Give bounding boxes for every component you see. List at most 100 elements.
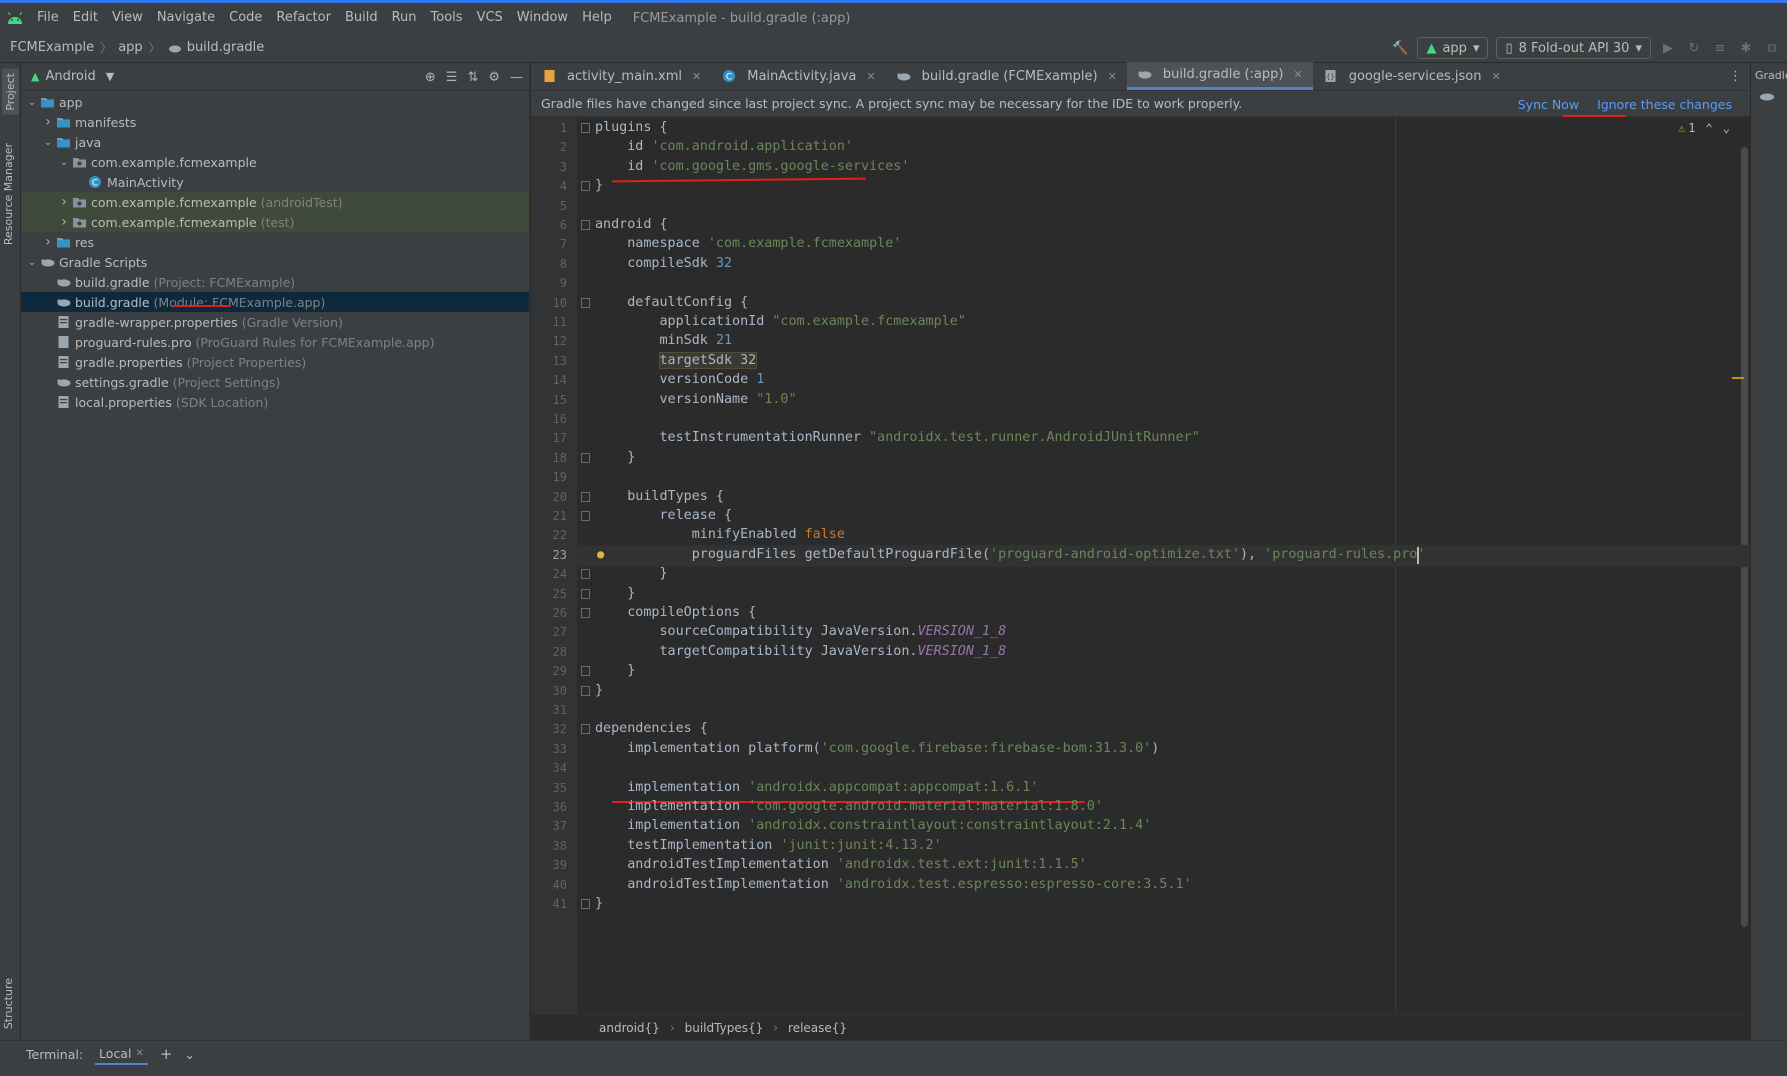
breadcrumb-module[interactable]: app bbox=[118, 40, 142, 55]
breadcrumb-project[interactable]: FCMExample bbox=[10, 40, 94, 55]
fold-marker-icon[interactable] bbox=[581, 685, 590, 696]
add-terminal-icon[interactable]: + bbox=[160, 1045, 173, 1063]
terminal-tab-local[interactable]: Local ✕ bbox=[95, 1043, 148, 1065]
menu-help[interactable]: Help bbox=[575, 3, 619, 33]
debug-icon[interactable]: ✱ bbox=[1737, 39, 1755, 57]
menu-edit[interactable]: Edit bbox=[66, 3, 105, 33]
close-icon[interactable]: ✕ bbox=[135, 1048, 143, 1059]
device-select[interactable]: ▯ 8 Fold-out API 30 ▾ bbox=[1496, 37, 1651, 59]
editor-scrollbar[interactable] bbox=[1741, 147, 1748, 927]
chevron-right-icon[interactable]: › bbox=[41, 114, 55, 130]
menu-file[interactable]: File bbox=[30, 3, 66, 33]
editor-tab[interactable]: build.gradle (FCMExample) ✕ bbox=[886, 62, 1127, 90]
chevron-down-icon[interactable]: ⌄ bbox=[57, 157, 71, 168]
gradle-icon[interactable] bbox=[1751, 82, 1787, 105]
project-tool-tab[interactable]: Project bbox=[2, 69, 19, 115]
tree-item[interactable]: gradle.properties (Project Properties) bbox=[21, 352, 529, 372]
fold-marker-icon[interactable] bbox=[581, 724, 590, 735]
editor-tab[interactable]: {} google-services.json ✕ bbox=[1313, 62, 1511, 90]
more-tabs-icon[interactable]: ⋮ bbox=[1729, 69, 1742, 84]
fold-marker-icon[interactable] bbox=[581, 452, 590, 463]
close-icon[interactable]: ✕ bbox=[1293, 68, 1302, 81]
collapse-all-icon[interactable]: ⇅ bbox=[467, 70, 478, 85]
menu-code[interactable]: Code bbox=[222, 3, 269, 33]
run-config-select[interactable]: ▲ app ▾ bbox=[1417, 37, 1489, 59]
resource-manager-tool-tab[interactable]: Resource Manager bbox=[2, 143, 15, 245]
breadcrumb-file[interactable]: build.gradle bbox=[187, 40, 265, 55]
gradle-tool-tab[interactable]: Gradle bbox=[1751, 63, 1787, 82]
menu-build[interactable]: Build bbox=[338, 3, 385, 33]
attach-debugger-icon[interactable]: ⧉ bbox=[1763, 39, 1781, 57]
menu-window[interactable]: Window bbox=[510, 3, 575, 33]
lightbulb-icon[interactable]: ● bbox=[597, 547, 604, 561]
fold-marker-icon[interactable] bbox=[581, 123, 590, 133]
menu-tools[interactable]: Tools bbox=[424, 3, 470, 33]
code-area[interactable]: ⚠ 1 ⌃ ⌄ 1 plugins {2 id 'com.android.appli… bbox=[531, 117, 1750, 1014]
editor-breadcrumb-item[interactable]: release{} bbox=[788, 1021, 847, 1035]
locate-file-icon[interactable]: ⊕ bbox=[425, 70, 436, 85]
menu-vcs[interactable]: VCS bbox=[470, 3, 510, 33]
tree-item[interactable]: ⌄ com.example.fcmexample bbox=[21, 152, 529, 172]
tree-item[interactable]: ⌄ app bbox=[21, 92, 529, 112]
fold-marker-icon[interactable] bbox=[581, 491, 590, 502]
fold-marker-icon[interactable] bbox=[581, 511, 590, 521]
chevron-right-icon[interactable]: › bbox=[57, 194, 71, 210]
project-view-select[interactable]: Android bbox=[45, 69, 95, 84]
structure-tool-tab[interactable]: Structure bbox=[2, 978, 15, 1029]
tree-item[interactable]: › com.example.fcmexample (androidTest) bbox=[21, 192, 529, 212]
chevron-down-icon[interactable]: ⌄ bbox=[41, 137, 55, 148]
fold-marker-icon[interactable] bbox=[581, 588, 590, 599]
tree-item[interactable]: ⌄ Gradle Scripts bbox=[21, 252, 529, 272]
build-hammer-icon[interactable]: 🔨 bbox=[1391, 39, 1409, 57]
sync-now-link[interactable]: Sync Now bbox=[1518, 97, 1579, 112]
tree-item[interactable]: › res bbox=[21, 232, 529, 252]
fold-marker-icon[interactable] bbox=[581, 666, 590, 677]
gear-icon[interactable]: ⚙ bbox=[488, 70, 500, 85]
tree-item[interactable]: settings.gradle (Project Settings) bbox=[21, 372, 529, 392]
run-icon[interactable]: ▶ bbox=[1659, 39, 1677, 57]
expand-all-icon[interactable]: ☰ bbox=[446, 70, 458, 85]
editor-tab[interactable]: build.gradle (:app) ✕ bbox=[1126, 62, 1313, 90]
next-highlight-icon[interactable]: ⌄ bbox=[1723, 121, 1730, 135]
tree-item[interactable]: proguard-rules.pro (ProGuard Rules for FC… bbox=[21, 332, 529, 352]
tree-item[interactable]: build.gradle (Module: FCMExample.app) bbox=[21, 292, 529, 312]
close-icon[interactable]: ✕ bbox=[1491, 70, 1500, 83]
editor-tab[interactable]: activity_main.xml ✕ bbox=[531, 62, 711, 90]
tree-item[interactable]: build.gradle (Project: FCMExample) bbox=[21, 272, 529, 292]
close-icon[interactable]: ✕ bbox=[1108, 70, 1117, 83]
chevron-down-icon[interactable]: ⌄ bbox=[184, 1047, 194, 1062]
tree-item[interactable]: local.properties (SDK Location) bbox=[21, 392, 529, 412]
editor-breadcrumb-item[interactable]: buildTypes{} bbox=[685, 1021, 764, 1035]
apply-code-icon[interactable]: ≡ bbox=[1711, 39, 1729, 57]
tree-item[interactable]: gradle-wrapper.properties (Gradle Version… bbox=[21, 312, 529, 332]
fold-marker-icon[interactable] bbox=[581, 297, 590, 308]
tree-item[interactable]: ⌄ java bbox=[21, 132, 529, 152]
menu-navigate[interactable]: Navigate bbox=[150, 3, 222, 33]
inspection-widget[interactable]: ⚠ 1 ⌃ ⌄ bbox=[1678, 121, 1730, 135]
chevron-down-icon[interactable]: ⌄ bbox=[25, 97, 39, 108]
fold-marker-icon[interactable] bbox=[581, 608, 590, 618]
chevron-down-icon[interactable]: ▼ bbox=[106, 70, 114, 83]
fold-marker-icon[interactable] bbox=[581, 899, 590, 909]
chevron-down-icon[interactable]: ⌄ bbox=[25, 257, 39, 268]
close-icon[interactable]: ✕ bbox=[692, 70, 701, 83]
chevron-right-icon[interactable]: › bbox=[57, 214, 71, 230]
apply-changes-icon[interactable]: ↻ bbox=[1685, 39, 1703, 57]
tree-item[interactable]: › manifests bbox=[21, 112, 529, 132]
fold-marker-icon[interactable] bbox=[581, 569, 590, 580]
warning-scroll-marker[interactable] bbox=[1732, 377, 1744, 379]
editor-tab[interactable]: C MainActivity.java ✕ bbox=[711, 62, 885, 90]
menu-run[interactable]: Run bbox=[385, 3, 424, 33]
minimize-icon[interactable]: — bbox=[510, 70, 523, 85]
fold-marker-icon[interactable] bbox=[581, 220, 590, 230]
menu-refactor[interactable]: Refactor bbox=[269, 3, 338, 33]
fold-marker-icon[interactable] bbox=[581, 181, 590, 192]
tree-item[interactable]: C MainActivity bbox=[21, 172, 529, 192]
close-icon[interactable]: ✕ bbox=[866, 70, 875, 83]
ignore-changes-link[interactable]: Ignore these changes bbox=[1597, 97, 1732, 112]
prev-highlight-icon[interactable]: ⌃ bbox=[1706, 121, 1713, 135]
tree-item[interactable]: › com.example.fcmexample (test) bbox=[21, 212, 529, 232]
editor-breadcrumb-item[interactable]: android{} bbox=[599, 1021, 660, 1035]
menu-view[interactable]: View bbox=[105, 3, 150, 33]
chevron-right-icon[interactable]: › bbox=[41, 234, 55, 250]
